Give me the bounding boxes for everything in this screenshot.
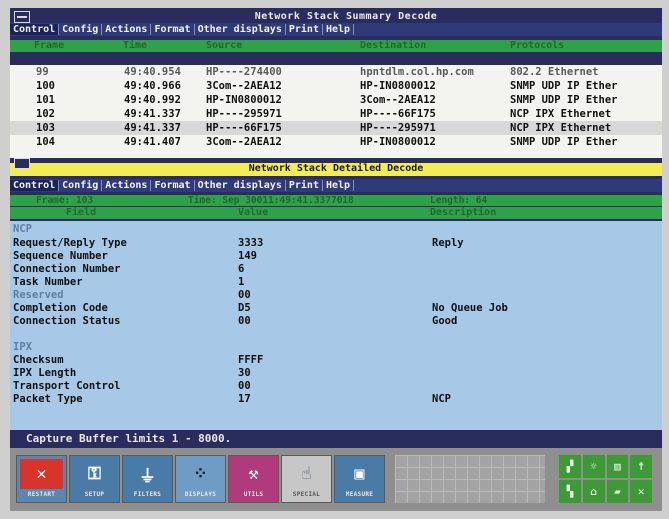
summary-menu-bar: Control Config Actions Format Other disp…	[10, 23, 662, 36]
summary-column-headers: Frame Time Source Destination Protocols	[10, 40, 662, 52]
status-line: Capture Buffer limits 1 - 8000.	[10, 431, 662, 448]
folder-icon[interactable]: ▰	[606, 480, 629, 503]
funnel-icon: ⏚	[139, 466, 156, 487]
col-source-header[interactable]: Source	[206, 40, 242, 51]
detail-time: Time: Sep 30011:49:41.3377018	[188, 195, 354, 206]
home-icon[interactable]: ⌂	[582, 480, 605, 503]
displays-button[interactable]: ⁘ DISPLAYS	[175, 455, 226, 503]
detail-window-title: Network Stack Detailed Decode	[248, 163, 424, 174]
capture-buffer-status: Capture Buffer limits 1 - 8000.	[26, 432, 232, 445]
detail-title-bar: Network Stack Detailed Decode	[10, 163, 662, 176]
field-row[interactable]: Packet Type 17 NCP	[10, 393, 662, 405]
person-icon[interactable]: ☨	[630, 455, 652, 478]
detail-frame-info-bar: Frame: 103 Time: Sep 30011:49:41.3377018…	[10, 195, 662, 206]
detail-menu-actions[interactable]: Actions	[102, 180, 152, 191]
analyzer-screen: Network Stack Summary Decode Control Con…	[10, 8, 662, 511]
special-button[interactable]: ☝ SPECIAL	[281, 455, 332, 503]
connector-icon[interactable]: ▞	[559, 455, 581, 478]
exit-icon[interactable]: ✕	[630, 480, 652, 503]
col-protocols-header[interactable]: Protocols	[510, 40, 564, 51]
summary-frame-list: 99 49:40.954 HP----274400 hpntdlm.col.hp…	[10, 65, 662, 158]
status-icon-panel: ▞ ☼ ▥ ☨ ▚ ⌂ ▰ ✕	[559, 455, 652, 503]
detail-menu-print[interactable]: Print	[286, 180, 323, 191]
measure-button[interactable]: ▣ MEASURE	[334, 455, 385, 503]
detail-frame-number: Frame: 103	[36, 195, 94, 206]
frame-row[interactable]: 99 49:40.954 HP----274400 hpntdlm.col.hp…	[10, 65, 662, 79]
detail-menu-format[interactable]: Format	[151, 180, 195, 191]
detail-menu-control[interactable]: Control	[10, 180, 60, 191]
hand-icon: ☝	[301, 464, 312, 484]
detail-length: Length: 64	[430, 195, 488, 206]
function-key-toolbar: ✕ RESTART ⚿ SETUP ⏚ FILTERS ⁘ DISPLAYS ⚒…	[10, 448, 662, 511]
frame-row[interactable]: 101 49:40.992 HP-IN0800012 3Com--2AEA12 …	[10, 93, 662, 107]
detail-menu-help[interactable]: Help	[323, 180, 355, 191]
detail-system-menu-icon[interactable]	[14, 158, 30, 169]
filters-button[interactable]: ⏚ FILTERS	[122, 455, 173, 503]
empty-function-key-area	[395, 455, 545, 503]
detail-menu-config[interactable]: Config	[59, 180, 103, 191]
summary-menu-control[interactable]: Control	[10, 24, 60, 35]
restart-button[interactable]: ✕ RESTART	[16, 455, 67, 503]
field-row[interactable]: Transport Control 00	[10, 380, 662, 392]
col-frame-header[interactable]: Frame	[34, 40, 64, 51]
summary-system-menu-icon[interactable]	[14, 10, 30, 23]
col-time-header[interactable]: Time	[123, 40, 147, 51]
summary-menu-format[interactable]: Format	[151, 24, 195, 35]
detail-menu-other-displays[interactable]: Other displays	[195, 180, 286, 191]
detail-column-headers: Field Value Description	[10, 207, 662, 219]
frame-row[interactable]: 104 49:41.407 3Com--2AEA12 HP-IN0800012 …	[10, 135, 662, 149]
field-row[interactable]: Checksum FFFF	[10, 354, 662, 366]
col-field-header[interactable]: Field	[66, 207, 96, 218]
field-row[interactable]: Completion Code D5 No Queue Job	[10, 302, 662, 314]
key-icon: ⚿	[88, 464, 101, 484]
summary-menu-help[interactable]: Help	[323, 24, 355, 35]
field-row[interactable]: Connection Number 6	[10, 263, 662, 275]
field-row[interactable]: Reserved 00	[10, 289, 662, 301]
meter-icon: ▣	[354, 464, 365, 484]
summary-window-title: Network Stack Summary Decode	[254, 11, 438, 22]
section-header-ncp[interactable]: NCP	[10, 223, 662, 235]
chart-icon[interactable]: ▥	[606, 455, 629, 478]
field-row[interactable]: IPX Length 30	[10, 367, 662, 379]
col-description-header[interactable]: Description	[430, 207, 496, 218]
tools-icon: ⚒	[248, 464, 259, 484]
close-icon: ✕	[20, 459, 63, 489]
setup-button[interactable]: ⚿ SETUP	[69, 455, 120, 503]
signal-icon[interactable]: ☼	[582, 455, 605, 478]
field-row[interactable]: Task Number 1	[10, 276, 662, 288]
summary-menu-config[interactable]: Config	[59, 24, 103, 35]
field-row[interactable]: Connection Status 00 Good	[10, 315, 662, 327]
summary-menu-print[interactable]: Print	[286, 24, 323, 35]
summary-menu-actions[interactable]: Actions	[102, 24, 152, 35]
col-value-header[interactable]: Value	[238, 207, 268, 218]
network-icon[interactable]: ▚	[559, 480, 581, 503]
detail-menu-bar: Control Config Actions Format Other disp…	[10, 179, 662, 192]
detail-field-list: NCP Request/Reply Type 3333 Reply Sequen…	[10, 221, 662, 430]
field-row[interactable]: Request/Reply Type 3333 Reply	[10, 237, 662, 249]
utils-button[interactable]: ⚒ UTILS	[228, 455, 279, 503]
field-row[interactable]: Sequence Number 149	[10, 250, 662, 262]
frame-row-selected[interactable]: 103 49:41.337 HP----66F175 HP----295971 …	[10, 121, 662, 135]
summary-menu-other-displays[interactable]: Other displays	[195, 24, 286, 35]
section-header-ipx[interactable]: IPX	[10, 341, 662, 353]
frame-row[interactable]: 100 49:40.966 3Com--2AEA12 HP-IN0800012 …	[10, 79, 662, 93]
summary-title-bar: Network Stack Summary Decode	[10, 10, 662, 23]
scatter-icon: ⁘	[193, 464, 208, 484]
frame-row[interactable]: 102 49:41.337 HP----295971 HP----66F175 …	[10, 107, 662, 121]
col-destination-header[interactable]: Destination	[360, 40, 426, 51]
